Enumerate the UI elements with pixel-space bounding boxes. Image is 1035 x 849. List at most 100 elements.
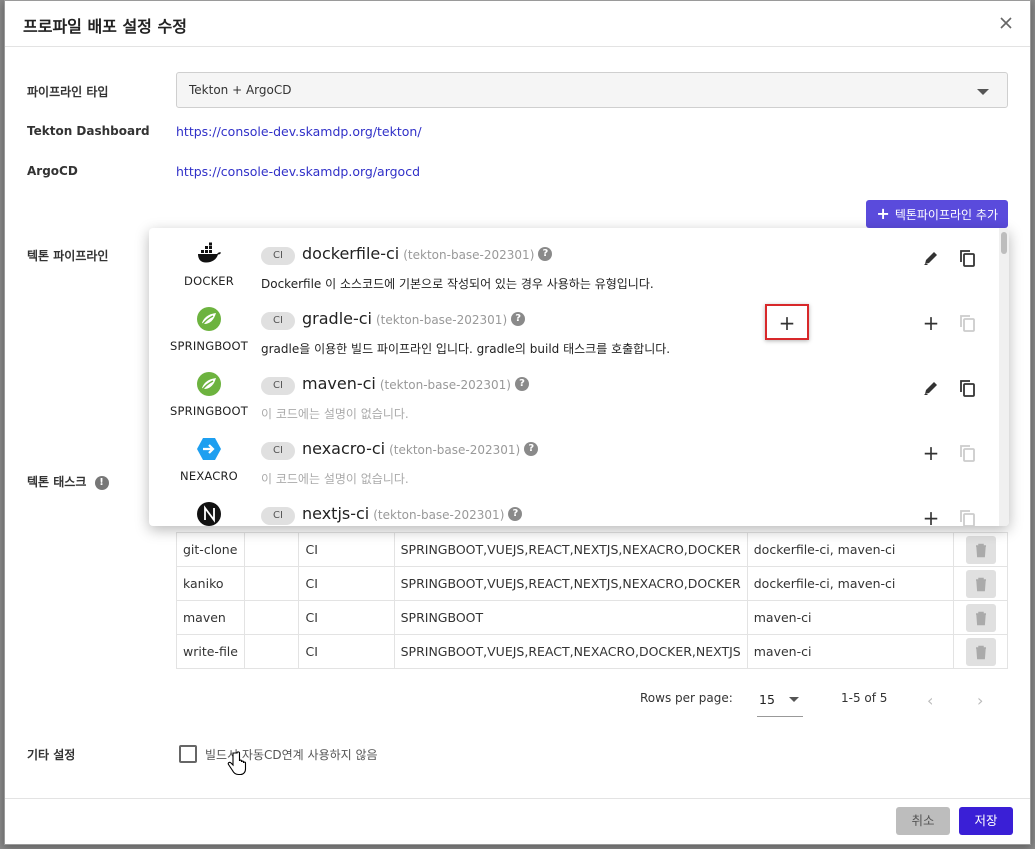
help-icon[interactable]: ? bbox=[538, 247, 553, 261]
dialog-footer: 취소 저장 bbox=[5, 798, 1030, 844]
copy-icon bbox=[956, 507, 978, 526]
add-icon[interactable]: + bbox=[920, 507, 942, 526]
pipeline-version: (tekton-base-202301) bbox=[373, 508, 505, 522]
add-icon[interactable]: + bbox=[920, 442, 942, 464]
tekton-dashboard-label: Tekton Dashboard bbox=[27, 124, 150, 138]
copy-icon bbox=[956, 312, 978, 334]
save-button[interactable]: 저장 bbox=[959, 807, 1013, 835]
task-cell-platforms: SPRINGBOOT bbox=[393, 600, 748, 635]
scrollbar-thumb[interactable] bbox=[1001, 232, 1007, 254]
task-cell-type: CI bbox=[298, 566, 395, 601]
pipeline-item[interactable]: SPRINGBOOT CI maven-ci (tekton-base-202301)… bbox=[149, 361, 999, 426]
task-cell-pipelines: maven-ci bbox=[746, 600, 955, 635]
pipeline-item[interactable]: SPRINGBOOT CI gradle-ci (tekton-base-202301… bbox=[149, 296, 999, 361]
pipeline-name-text: maven-ci bbox=[302, 374, 376, 393]
pipeline-logo bbox=[167, 501, 251, 526]
task-cell-pipelines: dockerfile-ci, maven-ci bbox=[746, 566, 955, 601]
pipeline-name-text: nexacro-ci bbox=[302, 439, 386, 458]
pipeline-type-badge: CI bbox=[261, 312, 295, 330]
pipeline-description: gradle을 이용한 빌드 파이프라인 입니다. gradle의 build … bbox=[261, 342, 671, 356]
deploy-settings-dialog: 프로파일 배포 설정 수정 파이프라인 타입 Tekton + ArgoCD T… bbox=[4, 0, 1031, 845]
tekton-dashboard-link[interactable]: https://console-dev.skamdp.org/tekton/ bbox=[176, 124, 422, 139]
pipeline-type-badge: CI bbox=[261, 507, 295, 525]
plus-icon: + bbox=[876, 204, 890, 223]
pipeline-platform-name: DOCKER bbox=[184, 274, 234, 288]
help-icon[interactable]: ? bbox=[524, 442, 539, 456]
pipeline-name-text: dockerfile-ci bbox=[302, 244, 400, 263]
edit-icon[interactable] bbox=[920, 377, 942, 399]
delete-button[interactable] bbox=[965, 535, 996, 564]
task-cell-name: maven bbox=[176, 600, 245, 635]
task-cell-col2 bbox=[243, 600, 300, 635]
pipeline-version: (tekton-base-202301) bbox=[376, 313, 508, 327]
pipeline-description: 이 코드에는 설명이 없습니다. bbox=[261, 472, 409, 486]
pipeline-version: (tekton-base-202301) bbox=[403, 248, 535, 262]
dialog-header: 프로파일 배포 설정 수정 bbox=[5, 1, 1030, 47]
task-cell-col2 bbox=[243, 566, 300, 601]
pipeline-type-badge: CI bbox=[261, 377, 295, 395]
copy-icon[interactable] bbox=[956, 377, 978, 399]
rows-per-page-select[interactable]: 15 bbox=[757, 687, 803, 717]
task-cell-platforms: SPRINGBOOT,VUEJS,REACT,NEXACRO,DOCKER,NE… bbox=[393, 634, 748, 669]
pipeline-platform-name: SPRINGBOOT bbox=[170, 404, 248, 418]
hand-cursor-icon bbox=[227, 751, 247, 776]
task-cell-type: CI bbox=[298, 532, 395, 567]
help-icon[interactable]: ? bbox=[508, 507, 523, 521]
pipeline-item[interactable]: CI nextjs-ci (tekton-base-202301)? + bbox=[149, 491, 999, 526]
add-pipeline-button[interactable]: + 텍톤파이프라인 추가 bbox=[866, 200, 1008, 228]
task-cell-col2 bbox=[243, 634, 300, 669]
edit-icon[interactable] bbox=[920, 247, 942, 269]
task-cell-type: CI bbox=[298, 600, 395, 635]
task-cell-action bbox=[953, 566, 1008, 601]
pipeline-logo: DOCKER bbox=[167, 241, 251, 288]
help-icon[interactable]: ? bbox=[511, 312, 526, 326]
help-icon[interactable]: ? bbox=[515, 377, 529, 391]
nextjs-icon bbox=[167, 501, 251, 526]
pipeline-type-label: 파이프라인 타입 bbox=[27, 85, 109, 99]
task-table: git-clone CI SPRINGBOOT,VUEJS,REACT,NEXTJS… bbox=[176, 532, 1008, 669]
pipeline-item[interactable]: NEXACRO CI nexacro-ci (tekton-base-202301)?… bbox=[149, 426, 999, 491]
argocd-link[interactable]: https://console-dev.skamdp.org/argocd bbox=[176, 164, 420, 179]
rows-per-page-value: 15 bbox=[759, 692, 775, 707]
pipeline-name: nexacro-ci (tekton-base-202301)? bbox=[302, 439, 539, 458]
auto-cd-checkbox[interactable] bbox=[179, 745, 197, 763]
pipeline-logo: SPRINGBOOT bbox=[167, 371, 251, 418]
task-cell-platforms: SPRINGBOOT,VUEJS,REACT,NEXTJS,NEXACRO,DO… bbox=[393, 532, 748, 567]
task-cell-name: kaniko bbox=[176, 566, 245, 601]
task-cell-type: CI bbox=[298, 634, 395, 669]
pipeline-logo: NEXACRO bbox=[167, 436, 251, 483]
task-cell-action bbox=[953, 634, 1008, 669]
add-icon[interactable]: + bbox=[920, 312, 942, 334]
table-row: kaniko CI SPRINGBOOT,VUEJS,REACT,NEXTJS,NE… bbox=[176, 566, 1008, 601]
tekton-task-label: 텍톤 태스크 ! bbox=[27, 473, 109, 490]
pipeline-platform-name: NEXACRO bbox=[180, 469, 238, 483]
pipeline-type-select[interactable]: Tekton + ArgoCD bbox=[176, 72, 1008, 108]
next-page-icon[interactable]: › bbox=[977, 691, 991, 710]
docker-icon bbox=[167, 241, 251, 271]
prev-page-icon[interactable]: ‹ bbox=[927, 691, 941, 710]
table-row: git-clone CI SPRINGBOOT,VUEJS,REACT,NEXTJS… bbox=[176, 532, 1008, 567]
copy-icon[interactable] bbox=[956, 247, 978, 269]
pipeline-version: (tekton-base-202301) bbox=[379, 378, 511, 392]
close-icon[interactable] bbox=[998, 15, 1014, 31]
pipeline-type-badge: CI bbox=[261, 442, 295, 460]
delete-button[interactable] bbox=[965, 603, 996, 632]
table-row: write-file CI SPRINGBOOT,VUEJS,REACT,NEXAC… bbox=[176, 634, 1008, 669]
pipeline-name: dockerfile-ci (tekton-base-202301)? bbox=[302, 244, 553, 263]
pipeline-name-text: gradle-ci bbox=[302, 309, 372, 328]
gradle-ci-add-button-highlight[interactable]: + bbox=[765, 304, 809, 340]
rows-per-page-label: Rows per page: bbox=[640, 691, 733, 705]
tekton-task-label-text: 텍톤 태스크 bbox=[27, 475, 87, 489]
delete-button[interactable] bbox=[965, 637, 996, 666]
delete-button[interactable] bbox=[965, 569, 996, 598]
argocd-label: ArgoCD bbox=[27, 164, 78, 178]
chevron-down-icon bbox=[789, 697, 799, 702]
task-cell-pipelines: maven-ci bbox=[746, 634, 955, 669]
pagination-range: 1-5 of 5 bbox=[841, 691, 888, 705]
task-cell-name: write-file bbox=[176, 634, 245, 669]
pipeline-name: nextjs-ci (tekton-base-202301)? bbox=[302, 504, 523, 523]
pipeline-item[interactable]: DOCKER CI dockerfile-ci (tekton-base-202301… bbox=[149, 231, 999, 296]
pipeline-logo: SPRINGBOOT bbox=[167, 306, 251, 353]
dropdown-scrollbar[interactable] bbox=[999, 228, 1009, 526]
cancel-button[interactable]: 취소 bbox=[896, 807, 950, 835]
